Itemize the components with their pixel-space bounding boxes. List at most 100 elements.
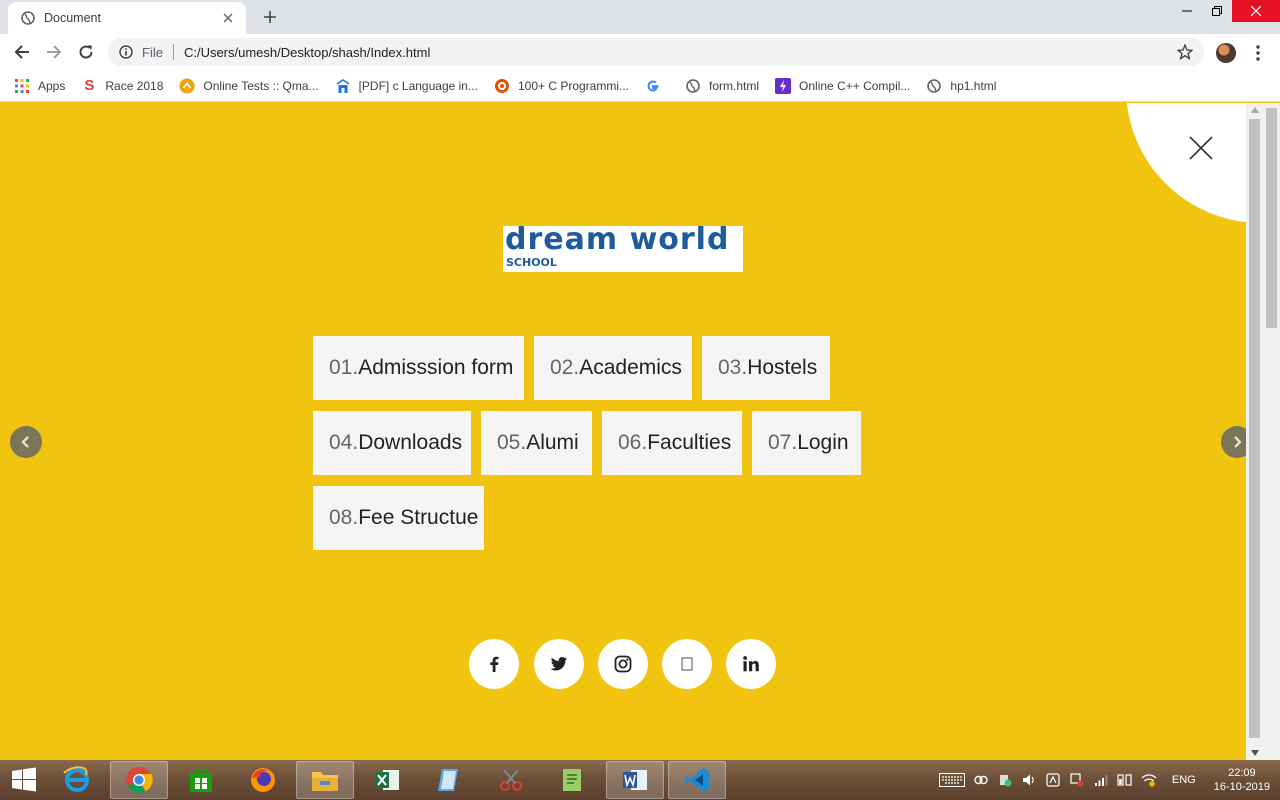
bookmark-online-cpp-compiler[interactable]: Online C++ Compil... (775, 77, 911, 94)
scroll-thumb[interactable] (1249, 119, 1260, 738)
taskbar-internet-explorer[interactable] (48, 761, 106, 799)
page-content: dream world SCHOOL 01. Admisssion form 02… (0, 103, 1246, 760)
outer-scroll-thumb[interactable] (1266, 108, 1277, 328)
chevron-left-icon (21, 436, 29, 448)
linkedin-button[interactable] (726, 639, 776, 689)
bookmark-race-2018[interactable]: S Race 2018 (81, 77, 164, 94)
menu-item-alumni[interactable]: 05. Alumi (481, 411, 592, 475)
taskbar-notes[interactable] (420, 761, 478, 799)
bookmark-label: Apps (38, 78, 66, 93)
menu-item-label: Login (797, 431, 849, 454)
taskbar-word[interactable] (606, 761, 664, 799)
bookmark-label: 100+ C Programmi... (517, 78, 630, 93)
qma-icon (179, 78, 195, 94)
window-controls (1172, 0, 1280, 22)
menu-item-number: 06. (618, 431, 648, 454)
tab-strip: Document (0, 0, 1280, 34)
word-icon (623, 770, 647, 790)
slider-next-button[interactable] (1221, 426, 1246, 458)
taskbar-file-explorer[interactable] (296, 761, 354, 799)
new-tab-button[interactable] (258, 6, 282, 28)
menu-item-number: 05. (497, 431, 527, 454)
bookmark-c-programming[interactable]: 100+ C Programmi... (494, 78, 629, 94)
address-url[interactable]: C:/Users/umesh/Desktop/shash/Index.html (184, 45, 430, 60)
menu-item-fee-structure[interactable]: 08. Fee Structue (313, 486, 484, 550)
wifi-warning-icon[interactable] (1140, 772, 1158, 788)
twitter-button[interactable] (534, 639, 584, 689)
taskbar-chrome[interactable] (110, 761, 168, 799)
notepad-icon (563, 769, 581, 791)
pdf-icon (335, 78, 351, 94)
battery-icon[interactable] (1116, 772, 1134, 788)
bookmark-apps[interactable]: Apps (14, 78, 65, 94)
school-logo[interactable]: dream world SCHOOL (503, 222, 743, 272)
menu-item-number: 03. (718, 356, 748, 379)
reload-icon[interactable] (74, 40, 98, 64)
bookmark-hp1-html[interactable]: hp1.html (926, 78, 996, 94)
bookmark-form-html[interactable]: form.html (685, 78, 759, 94)
menu-item-faculties[interactable]: 06. Faculties (602, 411, 742, 475)
link-icon[interactable] (972, 772, 990, 788)
bookmark-google[interactable] (645, 78, 669, 94)
back-icon[interactable] (10, 40, 34, 64)
forward-icon[interactable] (42, 40, 66, 64)
address-scheme: File (142, 44, 163, 60)
restore-button[interactable] (1202, 0, 1232, 22)
profile-avatar[interactable] (1216, 43, 1236, 63)
tab-title: Document (44, 11, 101, 25)
taskbar-firefox[interactable] (234, 761, 292, 799)
bookmark-pdf-c-language[interactable]: [PDF] c Language in... (335, 78, 478, 94)
tray-app-icon[interactable] (1044, 772, 1062, 788)
taskbar-notepad-plus[interactable] (544, 761, 602, 799)
close-menu-icon[interactable] (1187, 134, 1215, 162)
bookmark-star-icon[interactable] (1176, 43, 1194, 61)
facebook-button[interactable] (469, 639, 519, 689)
window-close-button[interactable] (1232, 0, 1280, 22)
bookmark-online-tests[interactable]: Online Tests :: Qma... (179, 78, 319, 94)
page-scrollbar[interactable] (1246, 103, 1263, 760)
menu-item-label: Admisssion form (358, 356, 514, 379)
menu-item-number: 07. (768, 431, 798, 454)
scroll-up-icon[interactable] (1246, 103, 1263, 117)
menu-item-academics[interactable]: 02. Academics (534, 336, 692, 400)
more-menu-icon[interactable] (1250, 42, 1266, 64)
system-clock[interactable]: 22:09 16-10-2019 (1214, 766, 1270, 794)
instagram-button[interactable] (598, 639, 648, 689)
scroll-down-icon[interactable] (1246, 746, 1263, 760)
menu-item-downloads[interactable]: 04. Downloads (313, 411, 471, 475)
menu-item-label: Downloads (358, 431, 463, 454)
close-icon[interactable] (220, 10, 236, 26)
menu-item-admission-form[interactable]: 01. Admisssion form (313, 336, 524, 400)
outer-scrollbar[interactable] (1263, 103, 1280, 760)
bookmark-label: Online C++ Compil... (799, 78, 911, 93)
windows-start-icon[interactable] (0, 760, 48, 800)
bookmark-label: form.html (709, 78, 760, 93)
volume-icon[interactable] (1020, 772, 1038, 788)
slider-prev-button[interactable] (10, 426, 42, 458)
taskbar-excel[interactable] (358, 761, 416, 799)
signal-icon[interactable] (1092, 772, 1110, 788)
security-icon[interactable] (996, 772, 1014, 788)
network-warning-icon[interactable] (1068, 772, 1086, 788)
taskbar-snipping-tool[interactable] (482, 761, 540, 799)
address-bar[interactable]: File C:/Users/umesh/Desktop/shash/Index.… (108, 38, 1204, 66)
tab-document[interactable]: Document (8, 2, 246, 34)
globe-icon (685, 78, 701, 94)
chevron-right-icon (1234, 436, 1242, 448)
language-indicator[interactable]: ENG (1172, 774, 1196, 786)
globe-icon (926, 78, 942, 94)
bookmark-label: [PDF] c Language in... (358, 78, 478, 93)
taskbar-store[interactable] (172, 761, 230, 799)
info-icon[interactable] (118, 44, 134, 60)
menu-item-hostels[interactable]: 03. Hostels (702, 336, 830, 400)
placeholder-social-button[interactable] (662, 639, 712, 689)
address-divider (172, 44, 174, 60)
logo-subtitle: SCHOOL (506, 256, 557, 269)
keyboard-icon[interactable] (938, 772, 966, 788)
taskbar-vscode[interactable] (668, 761, 726, 799)
menu-item-label: Alumi (526, 431, 579, 454)
bookmark-label: Race 2018 (105, 78, 164, 93)
minimize-button[interactable] (1172, 0, 1202, 22)
menu-item-login[interactable]: 07. Login (752, 411, 861, 475)
facebook-icon (490, 656, 499, 672)
